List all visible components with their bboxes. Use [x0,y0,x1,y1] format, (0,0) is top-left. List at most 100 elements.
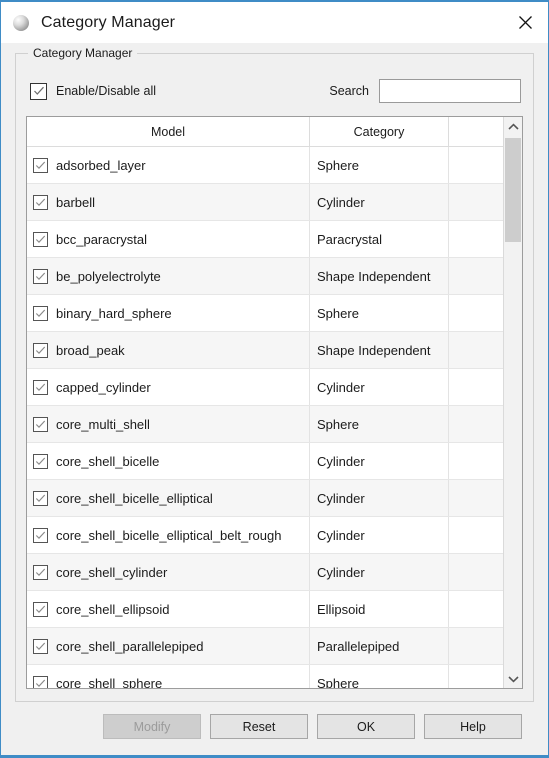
help-button[interactable]: Help [424,714,522,739]
row-checkbox[interactable] [33,490,48,506]
column-header-category[interactable]: Category [310,117,449,146]
cell-category: Shape Independent [310,258,449,294]
table-row[interactable]: core_shell_sphere Sphere [27,665,503,688]
cell-model: capped_cylinder [27,369,310,405]
close-button[interactable] [502,2,548,43]
dialog-body: Category Manager Enable/Disable all Sear… [1,43,548,755]
model-name: core_shell_bicelle_elliptical [56,490,213,506]
cell-model: core_shell_bicelle_elliptical [27,480,310,516]
close-icon [518,16,532,29]
checkmark-icon [35,605,46,613]
cell-category: Cylinder [310,184,449,220]
scroll-down-button[interactable] [504,669,522,688]
row-checkbox[interactable] [33,675,48,688]
cell-category: Parallelepiped [310,628,449,664]
table-row[interactable]: core_shell_bicelle Cylinder [27,443,503,480]
enable-disable-all-checkbox[interactable] [30,82,47,100]
cell-category: Cylinder [310,517,449,553]
table-row[interactable]: capped_cylinder Cylinder [27,369,503,406]
cell-category: Cylinder [310,369,449,405]
ok-button[interactable]: OK [317,714,415,739]
checkmark-icon [35,568,46,576]
checkmark-icon [35,642,46,650]
cell-blank [449,221,503,257]
checkmark-icon [35,679,46,687]
row-checkbox[interactable] [33,268,48,284]
cell-model: be_polyelectrolyte [27,258,310,294]
table-row[interactable]: core_multi_shell Sphere [27,406,503,443]
row-checkbox[interactable] [33,342,48,358]
model-name: capped_cylinder [56,379,151,395]
cell-blank [449,332,503,368]
checkmark-icon [35,346,46,354]
row-checkbox[interactable] [33,527,48,543]
search-label: Search [329,84,369,98]
table-row[interactable]: bcc_paracrystal Paracrystal [27,221,503,258]
table-row[interactable]: core_shell_bicelle_elliptical Cylinder [27,480,503,517]
cell-blank [449,628,503,664]
model-table: Model Category adsorbed_layer Sphere barbe… [26,116,523,689]
scrollbar-thumb[interactable] [505,138,521,242]
cell-blank [449,591,503,627]
table-content-area: Model Category adsorbed_layer Sphere barbe… [27,117,503,688]
model-name: core_multi_shell [56,416,150,432]
row-checkbox[interactable] [33,638,48,654]
row-checkbox[interactable] [33,453,48,469]
sphere-icon [13,14,29,31]
cell-model: broad_peak [27,332,310,368]
scrollbar-track[interactable] [504,136,522,669]
model-name: core_shell_sphere [56,675,163,689]
table-row[interactable]: core_shell_parallelepiped Parallelepiped [27,628,503,665]
table-body: adsorbed_layer Sphere barbell Cylinder bcc_p… [27,147,503,688]
row-checkbox[interactable] [33,194,48,210]
cell-blank [449,369,503,405]
group-legend: Category Manager [28,46,138,60]
checkmark-icon [35,161,46,169]
model-name: core_shell_bicelle_elliptical_belt_rough [56,527,282,543]
cell-model: core_shell_parallelepiped [27,628,310,664]
model-name: core_shell_ellipsoid [56,601,170,617]
row-checkbox[interactable] [33,231,48,247]
row-checkbox[interactable] [33,601,48,617]
search-input[interactable] [379,79,521,103]
cell-category: Ellipsoid [310,591,449,627]
vertical-scrollbar[interactable] [503,117,522,688]
model-name: barbell [56,194,96,210]
table-row[interactable]: barbell Cylinder [27,184,503,221]
table-row[interactable]: be_polyelectrolyte Shape Independent [27,258,503,295]
cell-category: Paracrystal [310,221,449,257]
table-row[interactable]: adsorbed_layer Sphere [27,147,503,184]
table-row[interactable]: binary_hard_sphere Sphere [27,295,503,332]
cell-model: core_multi_shell [27,406,310,442]
cell-blank [449,258,503,294]
dialog-footer: Modify Reset OK Help [15,702,534,755]
reset-button[interactable]: Reset [210,714,308,739]
table-row[interactable]: core_shell_cylinder Cylinder [27,554,503,591]
checkmark-icon [35,272,46,280]
model-name: adsorbed_layer [56,157,146,173]
row-checkbox[interactable] [33,157,48,173]
cell-category: Sphere [310,406,449,442]
category-manager-window: Category Manager Category Manager Enable… [0,0,549,758]
model-name: bcc_paracrystal [56,231,148,247]
chevron-up-icon [507,122,519,130]
table-row[interactable]: broad_peak Shape Independent [27,332,503,369]
cell-model: core_shell_sphere [27,665,310,688]
table-row[interactable]: core_shell_ellipsoid Ellipsoid [27,591,503,628]
modify-button: Modify [103,714,201,739]
column-header-model[interactable]: Model [27,117,310,146]
checkmark-icon [35,457,46,465]
cell-blank [449,554,503,590]
row-checkbox[interactable] [33,379,48,395]
table-header-row: Model Category [27,117,503,147]
row-checkbox[interactable] [33,416,48,432]
row-checkbox[interactable] [33,564,48,580]
cell-category: Sphere [310,295,449,331]
top-controls-row: Enable/Disable all Search [26,76,523,106]
cell-category: Cylinder [310,480,449,516]
model-name: core_shell_parallelepiped [56,638,204,654]
row-checkbox[interactable] [33,305,48,321]
table-row[interactable]: core_shell_bicelle_elliptical_belt_rough… [27,517,503,554]
checkmark-icon [35,420,46,428]
scroll-up-button[interactable] [504,117,522,136]
